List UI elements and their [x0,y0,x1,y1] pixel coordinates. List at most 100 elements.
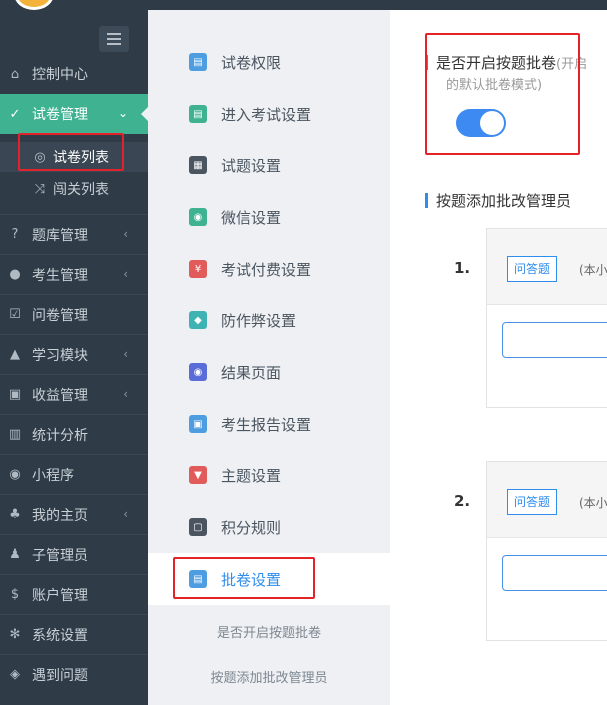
user-tie-icon: ♟ [9,547,21,562]
sidebar-item-surveys[interactable]: ☑ 问卷管理 [0,294,148,334]
yen-icon: ¥ [189,260,207,278]
question-circle-icon: ? [11,227,19,242]
settings-item-label: 考试付费设置 [221,260,312,279]
sidebar-item-help[interactable]: ◈ 遇到问题 [0,654,148,694]
settings-item-exam-entry[interactable]: ▤ 进入考试设置 [148,88,390,140]
main-content: 是否开启按题批卷(开启 的默认批卷模式) 按题添加批改管理员 1. 问答题 (本… [390,10,607,705]
settings-item-report[interactable]: ▣ 考生报告设置 [148,398,390,450]
grading-admin-input[interactable] [502,555,607,591]
grading-admin-input[interactable] [502,322,607,358]
settings-sublink-per-question-grading[interactable]: 是否开启按题批卷 [148,622,390,641]
settings-item-label: 积分规则 [221,518,282,537]
check-circle-icon: ✓ [9,106,21,122]
tree-icon: ♣ [9,507,21,522]
sidebar-item-system-settings[interactable]: ✻ 系统设置 [0,614,148,654]
sidebar-item-statistics[interactable]: ▥ 统计分析 [0,414,148,454]
question-card: 问答题 (本小 [486,461,607,641]
question-card-header: 问答题 (本小 [487,462,607,538]
settings-item-wechat[interactable]: ◉ 微信设置 [148,191,390,243]
question-number: 2. [454,492,471,510]
sidebar-item-label: 账户管理 [32,587,88,604]
report-icon: ▣ [189,415,207,433]
document-icon: ▤ [189,105,207,123]
wechat-icon: ◉ [189,208,207,226]
settings-item-label: 结果页面 [221,363,282,382]
section-title-per-question-grading: 是否开启按题批卷(开启 [424,54,588,72]
sidebar-item-my-homepage[interactable]: ♣ 我的主页 ‹ [0,494,148,534]
sidebar-item-label: 小程序 [32,467,74,484]
eye-icon: ◉ [189,363,207,381]
top-bar [0,0,607,10]
settings-item-label: 主题设置 [221,466,282,485]
settings-menu: ▤ 试卷权限 ▤ 进入考试设置 ▦ 试题设置 ◉ 微信设置 ¥ 考试付费设置 ◆… [148,10,390,705]
sidebar-item-label: 问卷管理 [32,307,88,324]
shirt-icon: ▼ [189,466,207,484]
settings-item-result-page[interactable]: ◉ 结果页面 [148,346,390,398]
sidebar-item-dashboard[interactable]: ⌂ 控制中心 [0,54,148,94]
app-window: ⌂ 控制中心 ✓ 试卷管理 ⌄ ◎ 试卷列表 ⤨ 闯关列表 ? 题库管理 ‹ ●… [0,0,607,705]
settings-item-label: 试题设置 [221,156,282,175]
sidebar-item-label: 考生管理 [32,267,88,284]
settings-sublink-add-grading-admin[interactable]: 按题添加批改管理员 [148,667,390,686]
sidebar-item-label: 控制中心 [32,67,88,83]
grid-icon: ▦ [189,156,207,174]
settings-item-payment[interactable]: ¥ 考试付费设置 [148,243,390,295]
settings-item-label: 防作弊设置 [221,311,297,330]
sidebar-subitem-label: 闯关列表 [53,182,109,198]
shield-icon: ◆ [189,311,207,329]
settings-item-exam-permission[interactable]: ▤ 试卷权限 [148,36,390,88]
gear-icon: ✻ [9,627,21,642]
settings-item-label: 试卷权限 [221,53,282,72]
settings-item-grading[interactable]: ▤ 批卷设置 [148,553,390,605]
chevron-down-icon: ⌄ [117,106,128,120]
sidebar-item-label: 我的主页 [32,507,88,524]
logo [14,0,54,10]
chevron-left-icon: ‹ [123,267,128,281]
chevron-left-icon: ‹ [123,347,128,361]
tag-icon: ◈ [10,667,20,682]
question-card-header: 问答题 (本小 [487,229,607,305]
sidebar: ⌂ 控制中心 ✓ 试卷管理 ⌄ ◎ 试卷列表 ⤨ 闯关列表 ? 题库管理 ‹ ●… [0,10,149,705]
sidebar-item-exam-management[interactable]: ✓ 试卷管理 ⌄ [0,94,149,134]
sidebar-item-account[interactable]: $ 账户管理 [0,574,148,614]
wechat-icon: ◉ [9,467,21,482]
settings-item-points[interactable]: ▢ 积分规则 [148,501,390,553]
sidebar-item-learning[interactable]: ▲ 学习模块 ‹ [0,334,148,374]
bar-chart-icon: ▥ [8,427,22,442]
settings-item-label: 批卷设置 [221,570,282,589]
settings-item-anti-cheat[interactable]: ◆ 防作弊设置 [148,294,390,346]
section-hint-continued: 的默认批卷模式) [446,78,543,93]
settings-item-theme[interactable]: ▼ 主题设置 [148,449,390,501]
sidebar-item-revenue[interactable]: ▣ 收益管理 ‹ [0,374,148,414]
sidebar-item-label: 试卷管理 [32,107,88,123]
question-score: (本小 [579,263,607,277]
chevron-left-icon: ‹ [123,227,128,241]
chevron-left-icon: ‹ [123,387,128,401]
money-icon: ▣ [8,387,22,402]
sidebar-subitem-level-list[interactable]: ⤨ 闯关列表 [0,174,148,204]
question-score: (本小 [579,496,607,510]
sidebar-item-label: 学习模块 [32,347,88,364]
sidebar-item-label: 遇到问题 [32,667,88,684]
home-icon: ⌂ [10,66,20,82]
question-card: 问答题 (本小 [486,228,607,408]
sidebar-item-question-bank[interactable]: ? 题库管理 ‹ [0,214,148,254]
section-hint: (开启 [556,57,588,72]
settings-item-question-settings[interactable]: ▦ 试题设置 [148,139,390,191]
question-type-tag: 问答题 [507,256,558,282]
menu-toggle-button[interactable] [99,26,129,52]
gift-icon: ▢ [189,518,207,536]
chevron-left-icon: ‹ [123,507,128,521]
sidebar-subitem-label: 试卷列表 [53,150,109,166]
checkbox-icon: ☑ [9,307,21,322]
sidebar-subitem-exam-list[interactable]: ◎ 试卷列表 [0,142,148,172]
sidebar-item-label: 题库管理 [32,227,88,244]
sidebar-item-mini-program[interactable]: ◉ 小程序 [0,454,148,494]
toggle-knob [480,111,504,135]
dollar-icon: $ [10,587,20,602]
shuffle-icon: ⤨ [34,181,46,197]
section-title-add-grading-admin: 按题添加批改管理员 [424,192,572,210]
sidebar-item-sub-admins[interactable]: ♟ 子管理员 [0,534,148,574]
per-question-grading-toggle[interactable] [456,109,506,137]
sidebar-item-candidates[interactable]: ● 考生管理 ‹ [0,254,148,294]
